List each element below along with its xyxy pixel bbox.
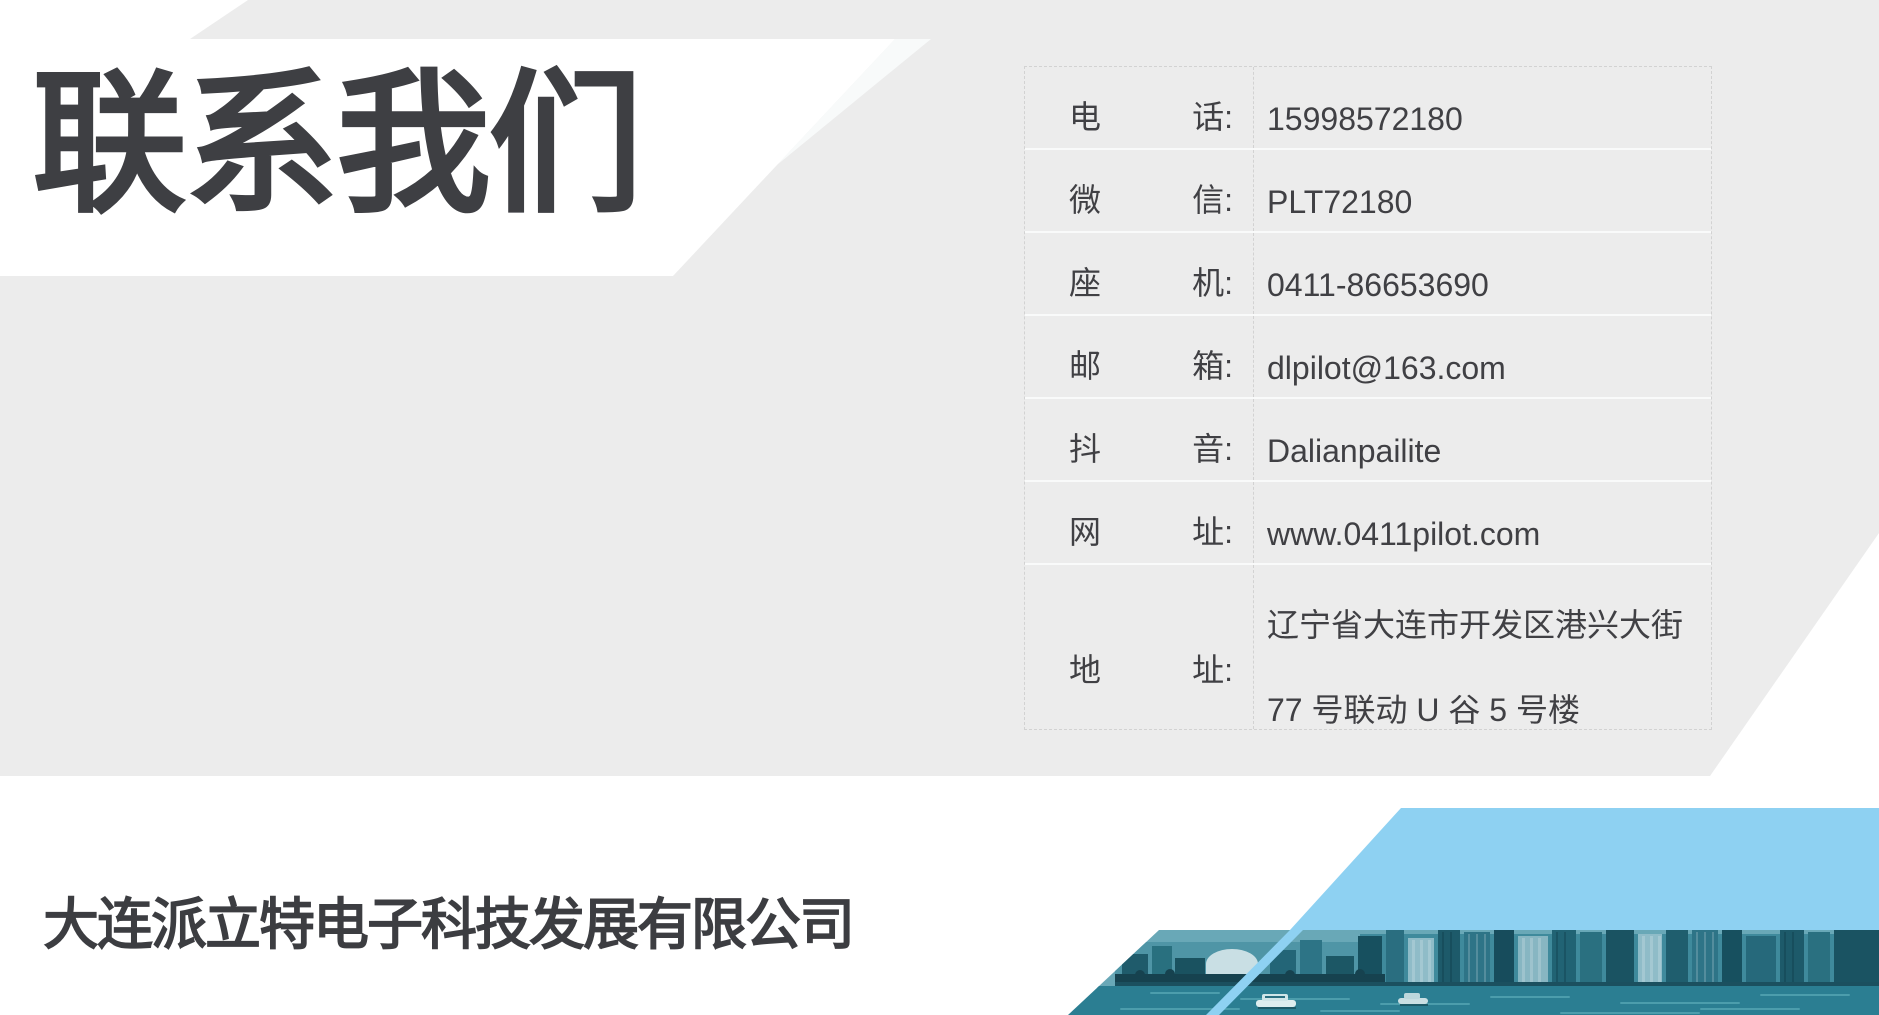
row-label: 电 话: [1025,67,1254,148]
label-char: 址: [1192,507,1233,553]
address-line-2: 77 号联动 U 谷 5 号楼 [1267,668,1580,753]
label-char: 址: [1192,645,1233,691]
row-label: 地 址: [1025,565,1254,729]
label-char: 网 [1069,507,1101,553]
label-char: 机: [1192,258,1233,304]
label-char: 音: [1192,424,1233,470]
skyline-graphic [1060,928,1879,1015]
table-row-douyin: 抖 音: Dalianpailite [1025,399,1711,482]
row-value: www.0411pilot.com [1254,482,1711,563]
contact-table: 电 话: 15998572180 微 信: PLT72180 座 机: [1024,66,1712,730]
label-char: 座 [1069,258,1101,304]
row-label: 抖 音: [1025,399,1254,480]
slide-canvas: 联系我们 电 话: 15998572180 微 信: PLT72180 [0,0,1879,1015]
row-label: 座 机: [1025,233,1254,314]
row-value: 15998572180 [1254,67,1711,148]
label-char: 抖 [1069,424,1101,470]
table-row-phone: 电 话: 15998572180 [1025,67,1711,150]
label-char: 信: [1192,175,1233,221]
row-value: Dalianpailite [1254,399,1711,480]
table-row-wechat: 微 信: PLT72180 [1025,150,1711,233]
label-char: 电 [1069,92,1101,138]
address-line-1: 辽宁省大连市开发区港兴大街 [1267,583,1683,668]
city-skyline-photo [1060,928,1879,1015]
label-char: 邮 [1069,341,1101,387]
label-char: 箱: [1192,341,1233,387]
company-name: 大连派立特电子科技发展有限公司 [43,880,853,961]
table-row-address: 地 址: 辽宁省大连市开发区港兴大街 77 号联动 U 谷 5 号楼 [1025,565,1711,729]
label-char: 话: [1192,92,1233,138]
page-title: 联系我们 [32,64,640,227]
table-row-landline: 座 机: 0411-86653690 [1025,233,1711,316]
row-label: 微 信: [1025,150,1254,231]
table-row-email: 邮 箱: dlpilot@163.com [1025,316,1711,399]
row-label: 邮 箱: [1025,316,1254,397]
label-char: 地 [1069,645,1101,691]
row-value: 0411-86653690 [1254,233,1711,314]
label-char: 微 [1069,175,1101,221]
row-label: 网 址: [1025,482,1254,563]
row-value: 辽宁省大连市开发区港兴大街 77 号联动 U 谷 5 号楼 [1254,565,1711,729]
table-row-website: 网 址: www.0411pilot.com [1025,482,1711,565]
row-value: PLT72180 [1254,150,1711,231]
row-value: dlpilot@163.com [1254,316,1711,397]
